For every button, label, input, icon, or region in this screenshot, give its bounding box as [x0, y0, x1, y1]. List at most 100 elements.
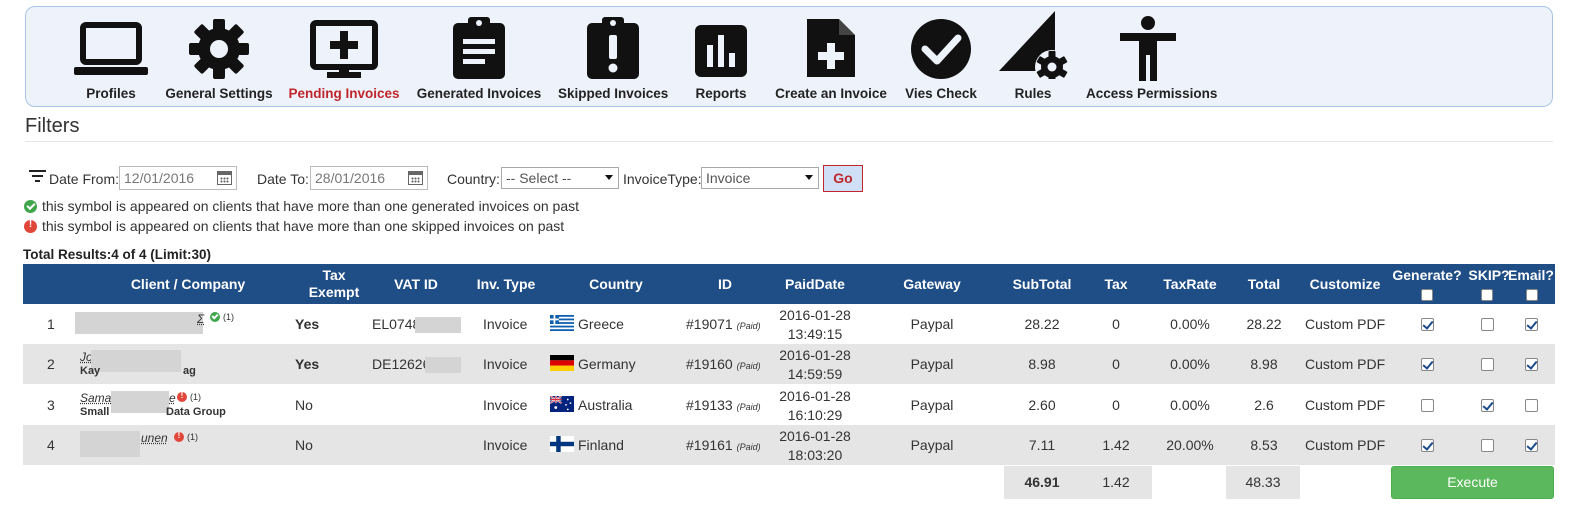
- nav-pending-invoices[interactable]: Pending Invoices: [288, 7, 400, 107]
- invoice-id-value: #19160: [686, 356, 733, 372]
- col-id: ID: [718, 276, 732, 292]
- gateway-value: Paypal: [910, 316, 954, 332]
- date-from-input[interactable]: 12/01/2016: [119, 166, 237, 190]
- paid-label: (Paid): [736, 402, 761, 412]
- alert-badge-icon: [174, 431, 184, 442]
- gateway-value: Paypal: [910, 437, 954, 453]
- paid-date: 2016-01-28 13:49:15: [775, 306, 855, 344]
- generate-checkbox[interactable]: [1421, 318, 1434, 331]
- tax-rate-value: 0.00%: [1170, 316, 1210, 332]
- nav-access-permissions[interactable]: Access Permissions: [1086, 7, 1217, 107]
- col-subtotal: SubTotal: [1012, 276, 1072, 292]
- customize-link[interactable]: Custom PDF: [1305, 316, 1385, 332]
- invoice-id[interactable]: #19160 (Paid): [686, 356, 761, 372]
- go-button[interactable]: Go: [823, 165, 863, 192]
- monitor-plus-icon: [310, 20, 378, 78]
- client-name-link[interactable]: Σ: [197, 310, 204, 326]
- invoice-id[interactable]: #19161 (Paid): [686, 437, 761, 453]
- country-value: Finland: [578, 437, 624, 453]
- nav-general-settings[interactable]: General Settings: [164, 7, 274, 107]
- nav-skipped-invoices[interactable]: Skipped Invoices: [558, 7, 668, 107]
- generate-checkbox[interactable]: [1421, 358, 1434, 371]
- country-select-value: -- Select --: [506, 170, 572, 186]
- paid-time-value: 16:10:29: [787, 407, 843, 423]
- invoice-id[interactable]: #19071 (Paid): [686, 316, 761, 332]
- legend-skipped: this symbol is appeared on clients that …: [24, 218, 564, 234]
- table-row: 3 Sama e (1) Small Data Group No Invoice…: [23, 385, 1555, 425]
- skip-all-checkbox[interactable]: [1481, 289, 1493, 301]
- date-to-input[interactable]: 28/01/2016: [310, 166, 428, 190]
- client-name-link[interactable]: unen: [141, 429, 168, 445]
- customize-link[interactable]: Custom PDF: [1305, 397, 1385, 413]
- paid-date-value: 2016-01-28: [779, 347, 851, 363]
- paid-date-value: 2016-01-28: [779, 388, 851, 404]
- date-to-value: 28/01/2016: [315, 170, 386, 186]
- generate-all-checkbox[interactable]: [1421, 289, 1433, 301]
- email-checkbox[interactable]: [1525, 399, 1538, 412]
- invoice-id-value: #19133: [686, 397, 733, 413]
- client-count: (1): [187, 432, 198, 442]
- paid-date-value: 2016-01-28: [779, 428, 851, 444]
- paid-label: (Paid): [736, 442, 761, 452]
- customize-link[interactable]: Custom PDF: [1305, 356, 1385, 372]
- country-value: Germany: [578, 356, 636, 372]
- skip-checkbox[interactable]: [1481, 439, 1494, 452]
- email-checkbox[interactable]: [1525, 318, 1538, 331]
- client-name-end: unen: [141, 431, 168, 445]
- tax-rate-value: 0.00%: [1170, 356, 1210, 372]
- skip-checkbox[interactable]: [1481, 399, 1494, 412]
- invoice-type-label: InvoiceType:: [623, 171, 702, 187]
- date-from-label: Date From:: [49, 171, 120, 187]
- generate-checkbox[interactable]: [1421, 399, 1434, 412]
- subtotal-value: 28.22: [1024, 316, 1060, 332]
- divider: [25, 141, 1553, 142]
- gateway-value: Paypal: [910, 397, 954, 413]
- row-number: 4: [47, 437, 55, 453]
- nav-profiles[interactable]: Profiles: [74, 7, 148, 107]
- country-value: Greece: [578, 316, 624, 332]
- check-badge-icon: [210, 312, 220, 322]
- redacted-client-name: [91, 350, 181, 372]
- customize-link[interactable]: Custom PDF: [1305, 437, 1385, 453]
- client-name-link[interactable]: Sama: [80, 389, 111, 405]
- email-all-checkbox[interactable]: [1526, 289, 1538, 301]
- date-from-value: 12/01/2016: [124, 170, 195, 186]
- vat-id-value: DE12626: [372, 356, 431, 372]
- invoice-type-select[interactable]: Invoice: [701, 167, 819, 189]
- table-row: 2 Jo Kay ag Yes DE12626 Invoice Germany …: [23, 344, 1555, 384]
- nav-generated-invoices[interactable]: Generated Invoices: [416, 7, 542, 107]
- email-checkbox[interactable]: [1525, 358, 1538, 371]
- skip-checkbox[interactable]: [1481, 358, 1494, 371]
- nav-rules[interactable]: Rules: [996, 7, 1070, 107]
- row-number: 1: [47, 316, 55, 332]
- nav-label: Vies Check: [905, 86, 977, 101]
- country-select[interactable]: -- Select --: [501, 167, 619, 189]
- bar-chart-icon: [695, 25, 747, 77]
- country-value: Australia: [578, 397, 633, 413]
- email-checkbox[interactable]: [1525, 439, 1538, 452]
- col-email: Email?: [1508, 267, 1554, 283]
- redacted-client-name: [75, 312, 203, 334]
- paid-time-value: 14:59:59: [787, 366, 843, 382]
- tax-exempt-value: No: [295, 437, 313, 453]
- generate-checkbox[interactable]: [1421, 439, 1434, 452]
- inv-type-value: Invoice: [483, 397, 528, 413]
- total-sum: 48.33: [1226, 466, 1300, 499]
- company-name-end: ag: [183, 365, 196, 377]
- filters-title: Filters: [25, 115, 80, 137]
- calendar-icon[interactable]: [217, 171, 232, 185]
- chevron-down-icon: [605, 175, 613, 180]
- invoice-id[interactable]: #19133 (Paid): [686, 397, 761, 413]
- calendar-icon[interactable]: [408, 171, 423, 185]
- nav-create-invoice[interactable]: Create an Invoice: [774, 7, 888, 107]
- australia-flag-icon: [550, 396, 574, 412]
- skip-checkbox[interactable]: [1481, 318, 1494, 331]
- invoice-id-value: #19071: [686, 316, 733, 332]
- col-country: Country: [589, 276, 643, 292]
- execute-button[interactable]: Execute: [1391, 466, 1554, 499]
- nav-reports[interactable]: Reports: [686, 7, 756, 107]
- total-value: 2.6: [1254, 397, 1274, 413]
- nav-vies-check[interactable]: Vies Check: [902, 7, 980, 107]
- inv-type-value: Invoice: [483, 356, 528, 372]
- col-vat-id: VAT ID: [394, 276, 438, 292]
